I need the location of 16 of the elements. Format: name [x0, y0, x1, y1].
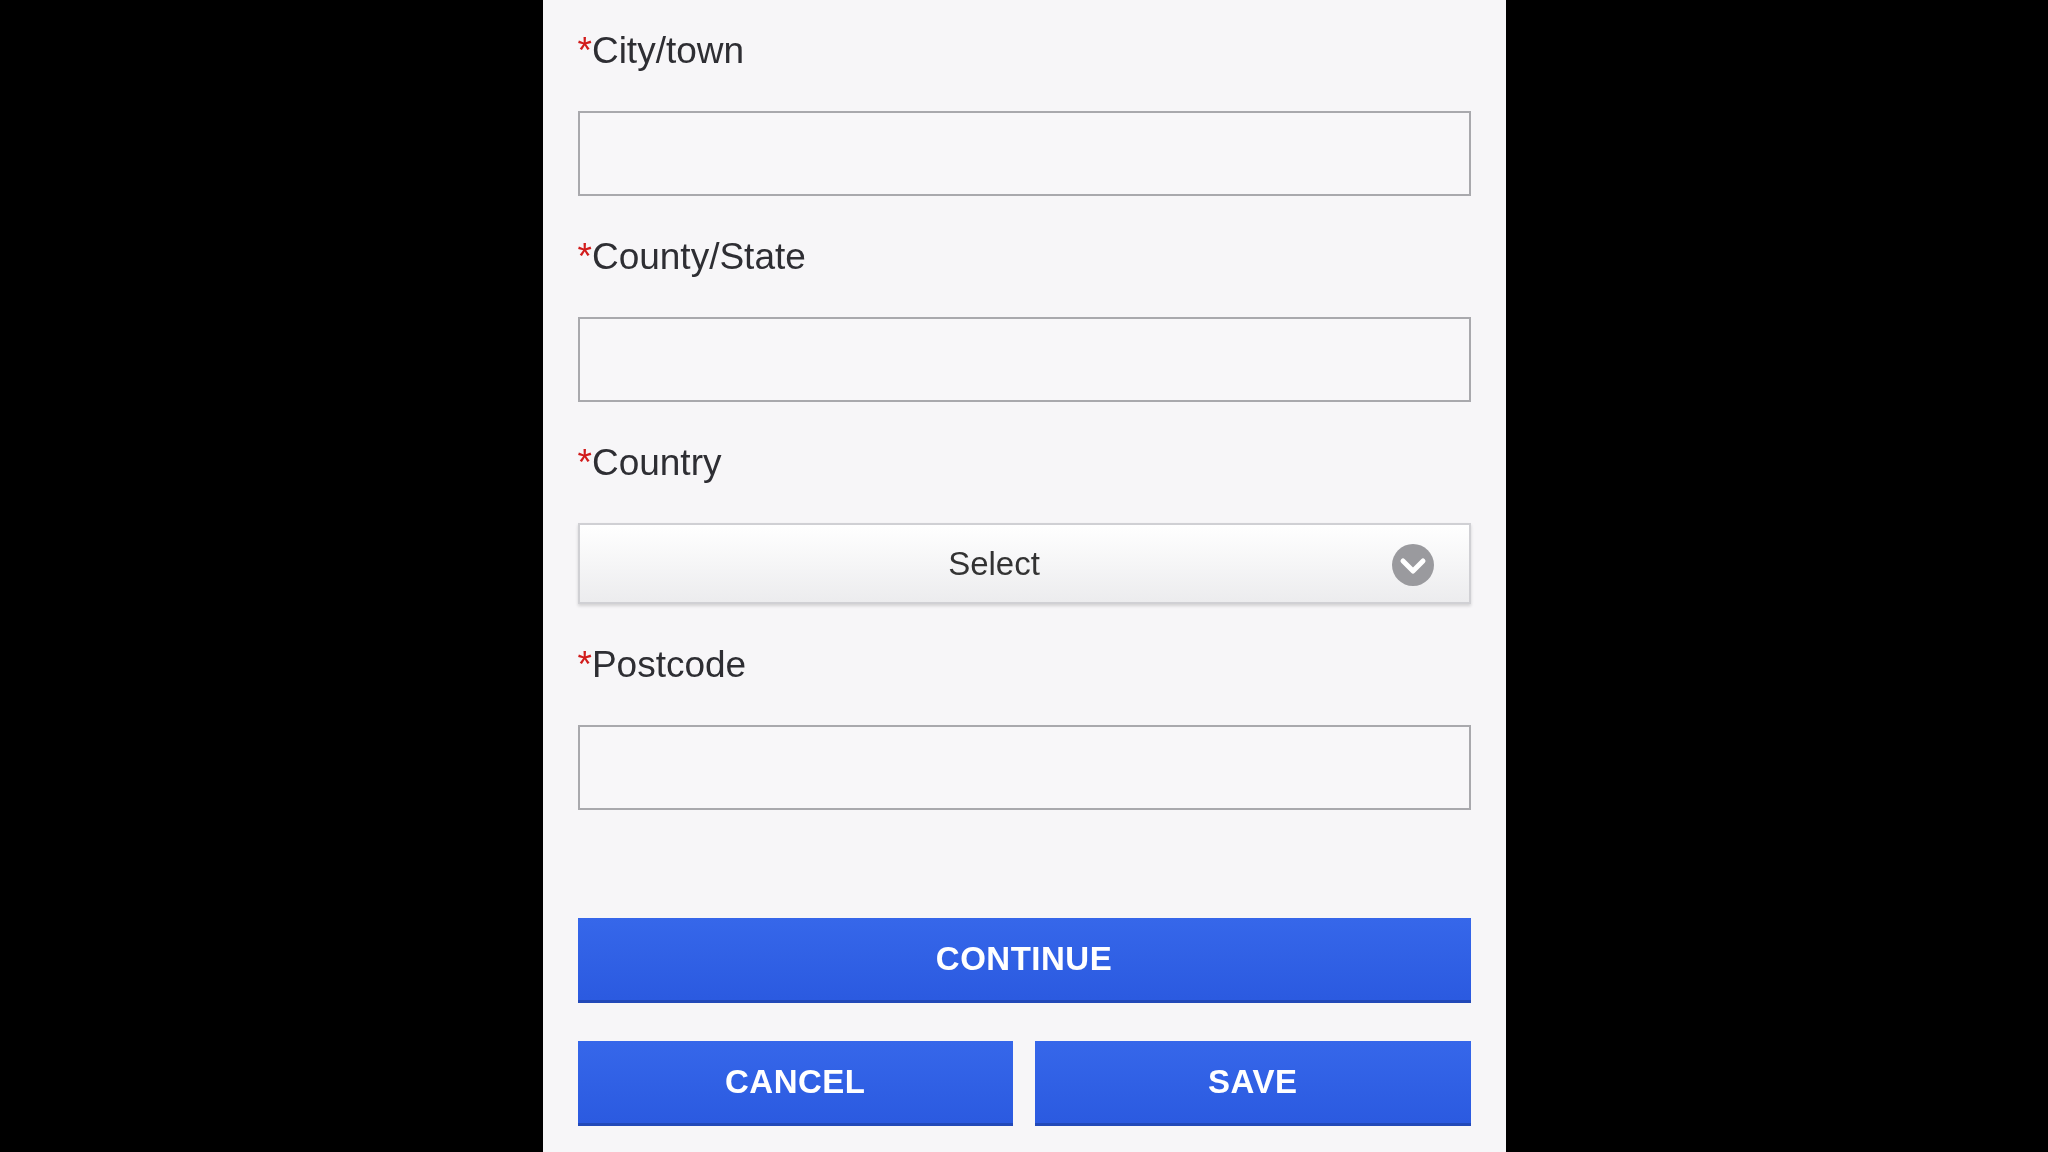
continue-button[interactable]: CONTINUE [577, 918, 1471, 1003]
text-field[interactable] [577, 725, 1471, 810]
field-label: Country [591, 441, 722, 485]
text-field[interactable] [577, 317, 1471, 402]
text-field[interactable] [577, 111, 1471, 196]
field-label: County/State [591, 235, 806, 279]
field-label: City/town [591, 29, 745, 73]
required-mark: * [577, 235, 592, 279]
required-mark: * [577, 643, 592, 687]
cancel-button[interactable]: CANCEL [577, 1041, 1013, 1126]
required-mark: * [577, 29, 592, 73]
country-dropdown[interactable]: Select [577, 523, 1471, 604]
required-mark: * [577, 441, 592, 485]
chevron-down-icon [1390, 543, 1435, 587]
save-button[interactable]: SAVE [1035, 1041, 1471, 1126]
field-label: Postcode [591, 643, 747, 687]
